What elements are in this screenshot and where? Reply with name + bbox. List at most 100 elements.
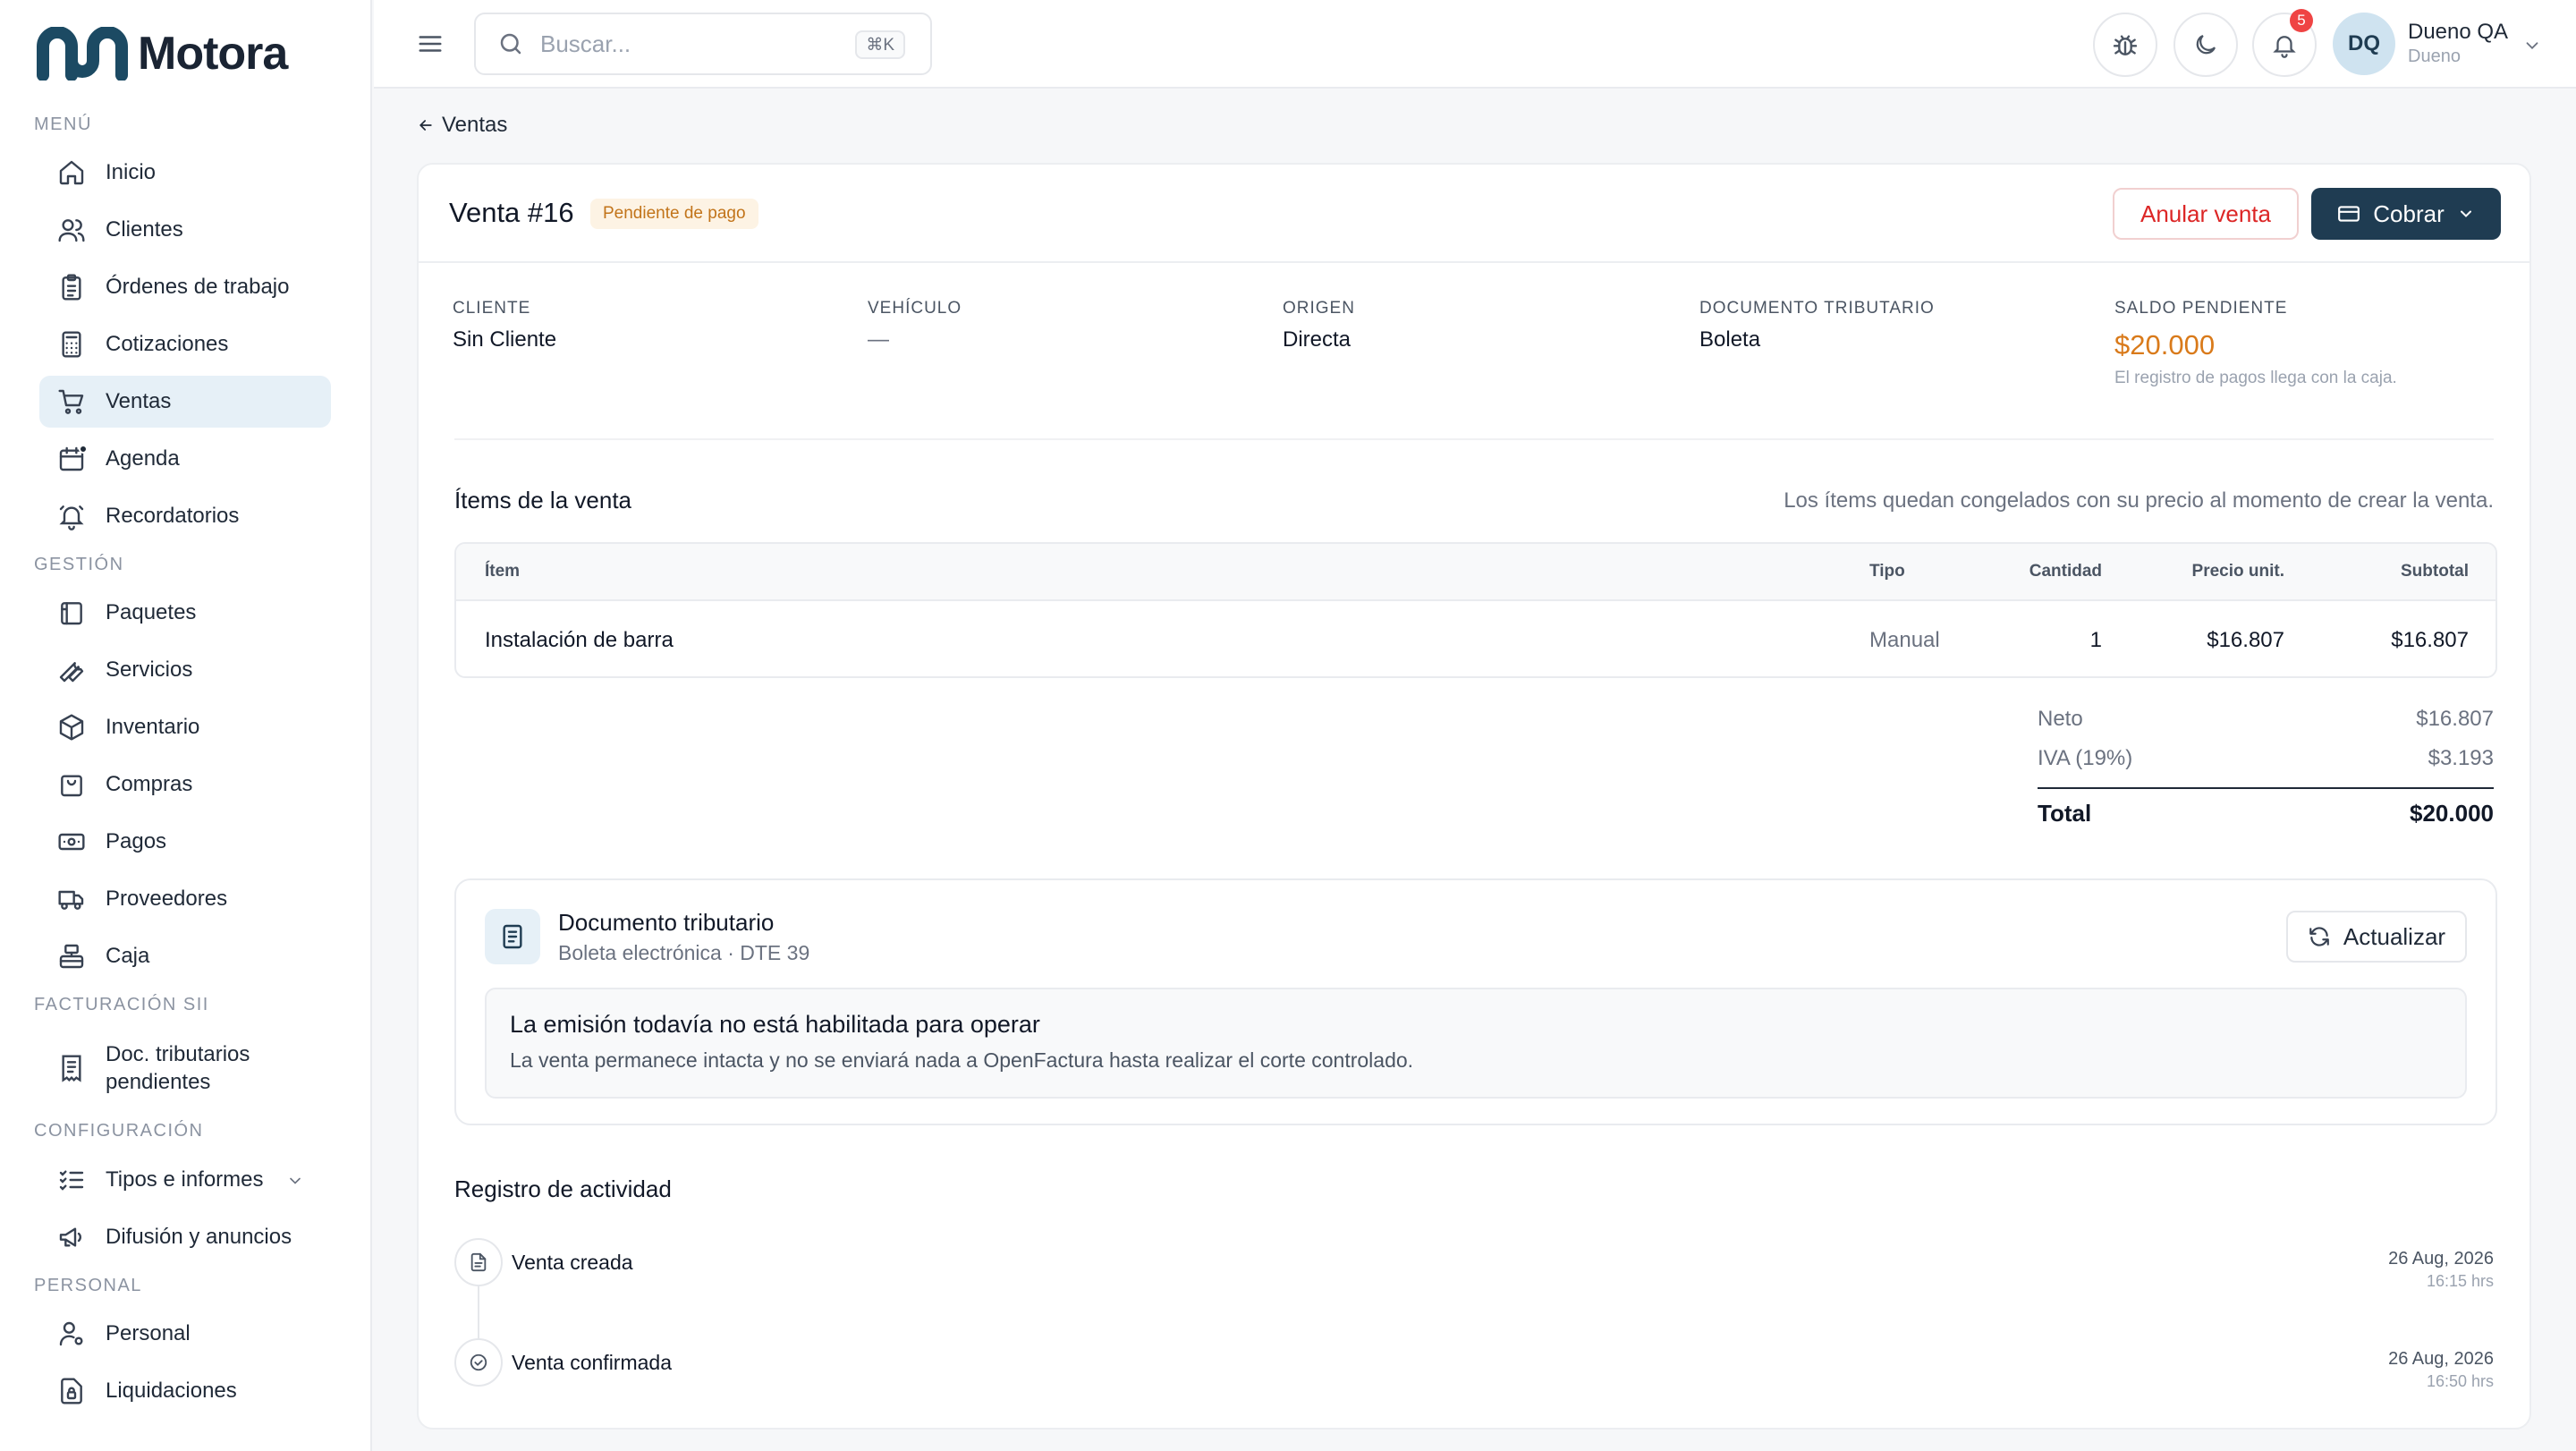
sidebar-item-recordatorios[interactable]: Recordatorios — [39, 490, 331, 542]
agenda-indicator-dot — [79, 445, 88, 454]
sidebar-item-compras[interactable]: Compras — [39, 759, 331, 810]
documento-label: DOCUMENTO TRIBUTARIO — [1699, 299, 1935, 318]
sidebar-item-pagos[interactable]: Pagos — [39, 816, 331, 868]
sidebar-item-label: Caja — [106, 944, 150, 968]
sidebar-item-difusion[interactable]: Difusión y anuncios — [39, 1211, 331, 1263]
sidebar-item-inicio[interactable]: Inicio — [39, 147, 331, 199]
sidebar-item-inventario[interactable]: Inventario — [39, 701, 331, 753]
logo[interactable]: Motora — [36, 27, 288, 81]
event-date: 26 Aug, 2026 — [2388, 1349, 2494, 1369]
cart-icon — [57, 387, 86, 416]
row-item: Instalación de barra — [485, 628, 674, 652]
user-role: Dueno — [2408, 47, 2461, 66]
package-icon — [57, 598, 86, 627]
sidebar-item-ventas[interactable]: Ventas — [39, 376, 331, 428]
sidebar-item-servicios[interactable]: Servicios — [39, 644, 331, 696]
refresh-button[interactable]: Actualizar — [2286, 911, 2467, 963]
items-note: Los ítems quedan congelados con su preci… — [1784, 488, 2494, 513]
iva-label: IVA (19%) — [2038, 746, 2133, 770]
banknote-icon — [57, 827, 86, 856]
row-cantidad: 1 — [2089, 628, 2102, 652]
sidebar-item-label: Órdenes de trabajo — [106, 275, 290, 299]
notifications-badge: 5 — [2290, 9, 2313, 32]
bell-icon — [2273, 36, 2296, 58]
total-value: $20.000 — [2410, 800, 2494, 827]
menu-toggle-button[interactable] — [417, 30, 444, 57]
sidebar-item-label: Compras — [106, 772, 193, 796]
hamburger-icon — [419, 36, 442, 52]
chevron-down-icon — [2526, 42, 2538, 50]
event-label: Venta confirmada — [512, 1351, 673, 1374]
topbar: Buscar... ⌘K 5 DQ Dueno QA Dueno — [374, 0, 2576, 89]
sidebar-item-label: Pagos — [106, 829, 167, 853]
table-header: Ítem Tipo Cantidad Precio unit. Subtotal — [456, 544, 2496, 601]
cancel-sale-button[interactable]: Anular venta — [2113, 188, 2299, 240]
user-menu-chevron[interactable] — [2522, 36, 2542, 55]
totals-divider — [2038, 787, 2494, 789]
arrow-left-icon — [419, 120, 432, 131]
user-cog-icon — [57, 1319, 86, 1348]
notifications-button[interactable]: 5 — [2252, 9, 2317, 77]
sale-header: Venta #16 Pendiente de pago Anular venta… — [419, 165, 2529, 263]
sidebar-item-proveedores[interactable]: Proveedores — [39, 873, 331, 925]
documento-value: Boleta — [1699, 327, 1761, 352]
charge-button[interactable]: Cobrar — [2311, 188, 2501, 240]
bug-report-button[interactable] — [2093, 13, 2157, 77]
column-tipo: Tipo — [1869, 562, 1905, 581]
moon-icon — [2196, 34, 2216, 55]
sidebar-item-label: Cotizaciones — [106, 332, 229, 356]
app-name: Motora — [138, 28, 288, 80]
users-icon — [57, 216, 86, 244]
charge-button-label: Cobrar — [2373, 199, 2445, 227]
sidebar-item-personal[interactable]: Personal — [39, 1308, 331, 1360]
activity-title: Registro de actividad — [454, 1175, 672, 1202]
emission-warning: La emisión todavía no está habilitada pa… — [485, 988, 2467, 1099]
sidebar-item-cotizaciones[interactable]: Cotizaciones — [39, 318, 331, 370]
list-check-icon — [57, 1166, 86, 1194]
search-input[interactable]: Buscar... ⌘K — [474, 13, 932, 75]
truck-icon — [57, 885, 86, 913]
user-name[interactable]: Dueno QA — [2408, 20, 2508, 45]
sidebar-item-label: Proveedores — [106, 887, 228, 911]
wrench-icon — [57, 656, 86, 684]
section-personal: PERSONAL — [34, 1276, 142, 1295]
boxes-icon — [57, 713, 86, 742]
status-badge: Pendiente de pago — [590, 199, 758, 229]
sidebar-item-ordenes[interactable]: Órdenes de trabajo — [39, 261, 331, 313]
sidebar-item-label: Recordatorios — [106, 504, 240, 528]
section-configuracion: CONFIGURACIÓN — [34, 1121, 204, 1141]
search-icon — [500, 33, 521, 55]
vehiculo-label: VEHÍCULO — [868, 299, 962, 318]
sidebar-item-paquetes[interactable]: Paquetes — [39, 587, 331, 639]
row-tipo: Manual — [1869, 628, 1940, 652]
megaphone-icon — [57, 1223, 86, 1252]
event-label: Venta creada — [512, 1251, 633, 1274]
back-link[interactable]: Ventas — [417, 113, 507, 138]
column-precio: Precio unit. — [2191, 562, 2284, 581]
column-cantidad: Cantidad — [2029, 562, 2102, 581]
theme-toggle-button[interactable] — [2174, 13, 2238, 77]
saldo-label: SALDO PENDIENTE — [2114, 299, 2288, 318]
motora-logo-icon — [37, 27, 128, 81]
sidebar-item-label: Difusión y anuncios — [106, 1225, 292, 1249]
section-menu: MENÚ — [34, 115, 92, 134]
sidebar-item-liquidaciones[interactable]: Liquidaciones — [39, 1365, 331, 1417]
sidebar-item-label: Clientes — [106, 217, 183, 242]
origen-label: ORIGEN — [1283, 299, 1355, 318]
shopping-bag-icon — [57, 770, 86, 799]
sidebar-item-clientes[interactable]: Clientes — [39, 204, 331, 256]
sidebar-item-tipos-informes[interactable]: Tipos e informes — [39, 1154, 331, 1206]
items-title: Ítems de la venta — [454, 487, 631, 513]
saldo-value: $20.000 — [2114, 329, 2216, 361]
warning-text: La venta permanece intacta y no se envia… — [510, 1048, 1414, 1072]
chevron-down-icon — [286, 1172, 304, 1190]
back-link-label: Ventas — [442, 113, 508, 137]
credit-card-icon — [2338, 206, 2360, 222]
origen-value: Directa — [1283, 327, 1352, 352]
sidebar-item-caja[interactable]: Caja — [39, 930, 331, 982]
warning-title: La emisión todavía no está habilitada pa… — [510, 1011, 1040, 1038]
sidebar-item-doc-tributarios[interactable]: Doc. tributarios pendientes — [39, 1036, 331, 1100]
avatar[interactable]: DQ — [2333, 13, 2395, 75]
calculator-icon — [57, 330, 86, 359]
sidebar-item-agenda[interactable]: Agenda — [39, 433, 331, 485]
